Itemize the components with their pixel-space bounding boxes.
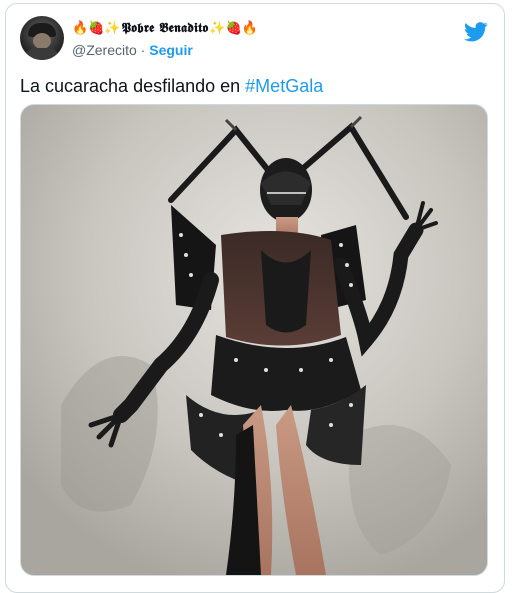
cockroach-costume-photo [21,105,487,575]
follow-button[interactable]: Seguir [149,42,193,58]
tweet-header: 🔥🍓✨ 𝕻𝖔𝖇𝖗𝖊 𝕭𝖊𝖓𝖆𝖉𝖎𝖙𝖔 ✨🍓🔥 @Zerecito · Segui… [20,16,490,64]
emoji-prefix: 🔥🍓✨ [72,20,121,35]
author-avatar[interactable] [20,16,64,60]
author-handle[interactable]: @Zerecito [72,42,137,58]
author-name-row[interactable]: 🔥🍓✨ 𝕻𝖔𝖇𝖗𝖊 𝕭𝖊𝖓𝖆𝖉𝖎𝖙𝖔 ✨🍓🔥 [72,18,258,38]
twitter-bird-icon[interactable] [464,22,488,42]
hashtag-link[interactable]: #MetGala [245,76,323,96]
emoji-suffix: ✨🍓🔥 [209,20,258,35]
tweet-card[interactable]: 🔥🍓✨ 𝕻𝖔𝖇𝖗𝖊 𝕭𝖊𝖓𝖆𝖉𝖎𝖙𝖔 ✨🍓🔥 @Zerecito · Segui… [5,3,505,593]
handle-separator: · [136,42,150,58]
tweet-media-photo[interactable] [20,104,488,576]
author-display-name[interactable]: 𝕻𝖔𝖇𝖗𝖊 𝕭𝖊𝖓𝖆𝖉𝖎𝖙𝖔 [122,21,209,36]
author-handle-row: @Zerecito · Seguir [72,42,193,58]
tweet-text-body: La cucaracha desfilando en [20,76,246,96]
tweet-text: La cucaracha desfilando en #MetGala [20,74,490,98]
